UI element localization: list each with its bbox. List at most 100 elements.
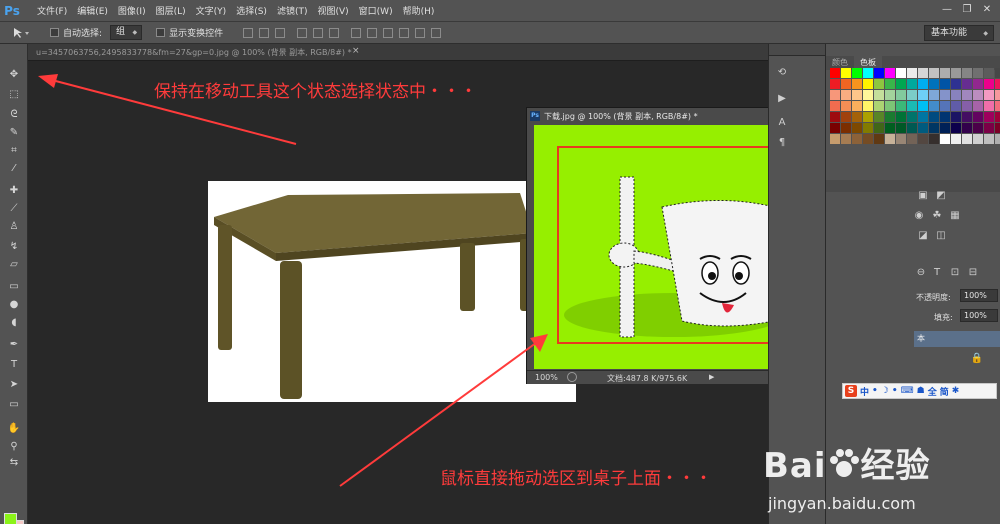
menu-filter[interactable]: 滤镜(T): [272, 4, 313, 17]
distribute-right-icon[interactable]: [431, 27, 442, 38]
swatch[interactable]: [940, 134, 950, 144]
align-vcenter-icon[interactable]: [259, 27, 270, 38]
type-tool-icon[interactable]: T: [6, 358, 22, 372]
swatch[interactable]: [995, 79, 1000, 89]
zoom-level[interactable]: 100%: [535, 373, 558, 382]
swatch[interactable]: [896, 112, 906, 122]
swatch[interactable]: [885, 90, 895, 100]
character-panel-icon[interactable]: A: [775, 116, 789, 130]
swatch[interactable]: [984, 112, 994, 122]
swatch[interactable]: [852, 101, 862, 111]
swatch[interactable]: [852, 68, 862, 78]
show-transform-option[interactable]: 显示变换控件: [156, 26, 223, 39]
align-hcenter-icon[interactable]: [313, 27, 324, 38]
swatch[interactable]: [984, 90, 994, 100]
ime-skin-icon[interactable]: ☗: [917, 386, 925, 396]
workspace-dropdown[interactable]: 基本功能: [924, 25, 994, 41]
swatch[interactable]: [918, 112, 928, 122]
layer-text-filter-icon[interactable]: T: [930, 266, 944, 280]
history-brush-tool-icon[interactable]: ↯: [6, 240, 22, 254]
table-image-document[interactable]: [208, 181, 576, 402]
swatch[interactable]: [863, 123, 873, 133]
swatch[interactable]: [951, 123, 961, 133]
ime-mode[interactable]: 中: [860, 385, 869, 398]
fill-input[interactable]: 100%: [960, 309, 998, 322]
swatch[interactable]: [984, 68, 994, 78]
swatch[interactable]: [929, 123, 939, 133]
swatch[interactable]: [852, 123, 862, 133]
menu-window[interactable]: 窗口(W): [354, 4, 398, 17]
posterize-icon[interactable]: ◪: [916, 229, 930, 243]
swatch[interactable]: [973, 123, 983, 133]
swatch[interactable]: [841, 112, 851, 122]
swatch[interactable]: [885, 79, 895, 89]
swatch[interactable]: [885, 123, 895, 133]
swatch[interactable]: [929, 112, 939, 122]
swatch[interactable]: [885, 112, 895, 122]
swatch[interactable]: [962, 101, 972, 111]
move-tool-icon[interactable]: ✥: [6, 68, 22, 82]
swatch[interactable]: [830, 101, 840, 111]
swatch[interactable]: [874, 101, 884, 111]
restore-button[interactable]: ❐: [958, 3, 976, 17]
channel-mixer-icon[interactable]: ▦: [948, 209, 962, 223]
swatch[interactable]: [918, 123, 928, 133]
swatch[interactable]: [951, 90, 961, 100]
swatch[interactable]: [918, 79, 928, 89]
align-top-icon[interactable]: [243, 27, 254, 38]
layer-smart-filter-icon[interactable]: ⊟: [966, 266, 980, 280]
swatch[interactable]: [984, 79, 994, 89]
swatch[interactable]: [896, 101, 906, 111]
actions-panel-icon[interactable]: ▶: [775, 92, 789, 106]
swatch[interactable]: [940, 68, 950, 78]
document-tab[interactable]: u=3457063756,2495833778&fm=27&gp=0.jpg @…: [28, 44, 768, 61]
swatch[interactable]: [918, 134, 928, 144]
swatch[interactable]: [863, 90, 873, 100]
align-left-icon[interactable]: [297, 27, 308, 38]
pen-tool-icon[interactable]: ✒: [6, 338, 22, 352]
swatch[interactable]: [973, 90, 983, 100]
distribute-vcenter-icon[interactable]: [367, 27, 378, 38]
auto-select-dropdown[interactable]: 组: [110, 25, 143, 40]
healing-brush-tool-icon[interactable]: ✚: [6, 184, 22, 198]
swatch[interactable]: [929, 90, 939, 100]
blur-tool-icon[interactable]: ●: [6, 298, 22, 312]
show-transform-checkbox[interactable]: [156, 28, 166, 37]
align-right-icon[interactable]: [329, 27, 340, 38]
swatch[interactable]: [940, 101, 950, 111]
swatch[interactable]: [962, 79, 972, 89]
swatch[interactable]: [841, 68, 851, 78]
swatch[interactable]: [830, 68, 840, 78]
close-button[interactable]: ✕: [978, 3, 996, 17]
distribute-bottom-icon[interactable]: [383, 27, 394, 38]
swatch[interactable]: [841, 123, 851, 133]
swatch[interactable]: [951, 134, 961, 144]
swatch[interactable]: [863, 112, 873, 122]
zoom-tool-icon[interactable]: ⚲: [6, 440, 22, 454]
swatch[interactable]: [962, 68, 972, 78]
swatch[interactable]: [951, 79, 961, 89]
opacity-input[interactable]: 100%: [960, 289, 998, 302]
distribute-left-icon[interactable]: [399, 27, 410, 38]
swatch[interactable]: [962, 112, 972, 122]
swatch[interactable]: [830, 134, 840, 144]
swatch[interactable]: [995, 68, 1000, 78]
shape-tool-icon[interactable]: ▭: [6, 398, 22, 412]
swatch[interactable]: [896, 68, 906, 78]
brush-tool-icon[interactable]: ⟋: [6, 202, 22, 216]
swatch[interactable]: [995, 123, 1000, 133]
swatch[interactable]: [830, 123, 840, 133]
dodge-tool-icon[interactable]: ◖: [6, 316, 22, 330]
swatch[interactable]: [907, 134, 917, 144]
quick-select-tool-icon[interactable]: ✎: [6, 126, 22, 140]
gradient-tool-icon[interactable]: ▭: [6, 280, 22, 294]
swatch[interactable]: [874, 123, 884, 133]
swatch[interactable]: [830, 79, 840, 89]
swatch[interactable]: [973, 79, 983, 89]
swap-colors-icon[interactable]: ⇆: [6, 456, 22, 470]
swatch[interactable]: [940, 90, 950, 100]
swatch[interactable]: [907, 90, 917, 100]
path-select-tool-icon[interactable]: ➤: [6, 378, 22, 392]
ime-moon-icon[interactable]: ☽: [881, 386, 889, 396]
swatch[interactable]: [973, 134, 983, 144]
